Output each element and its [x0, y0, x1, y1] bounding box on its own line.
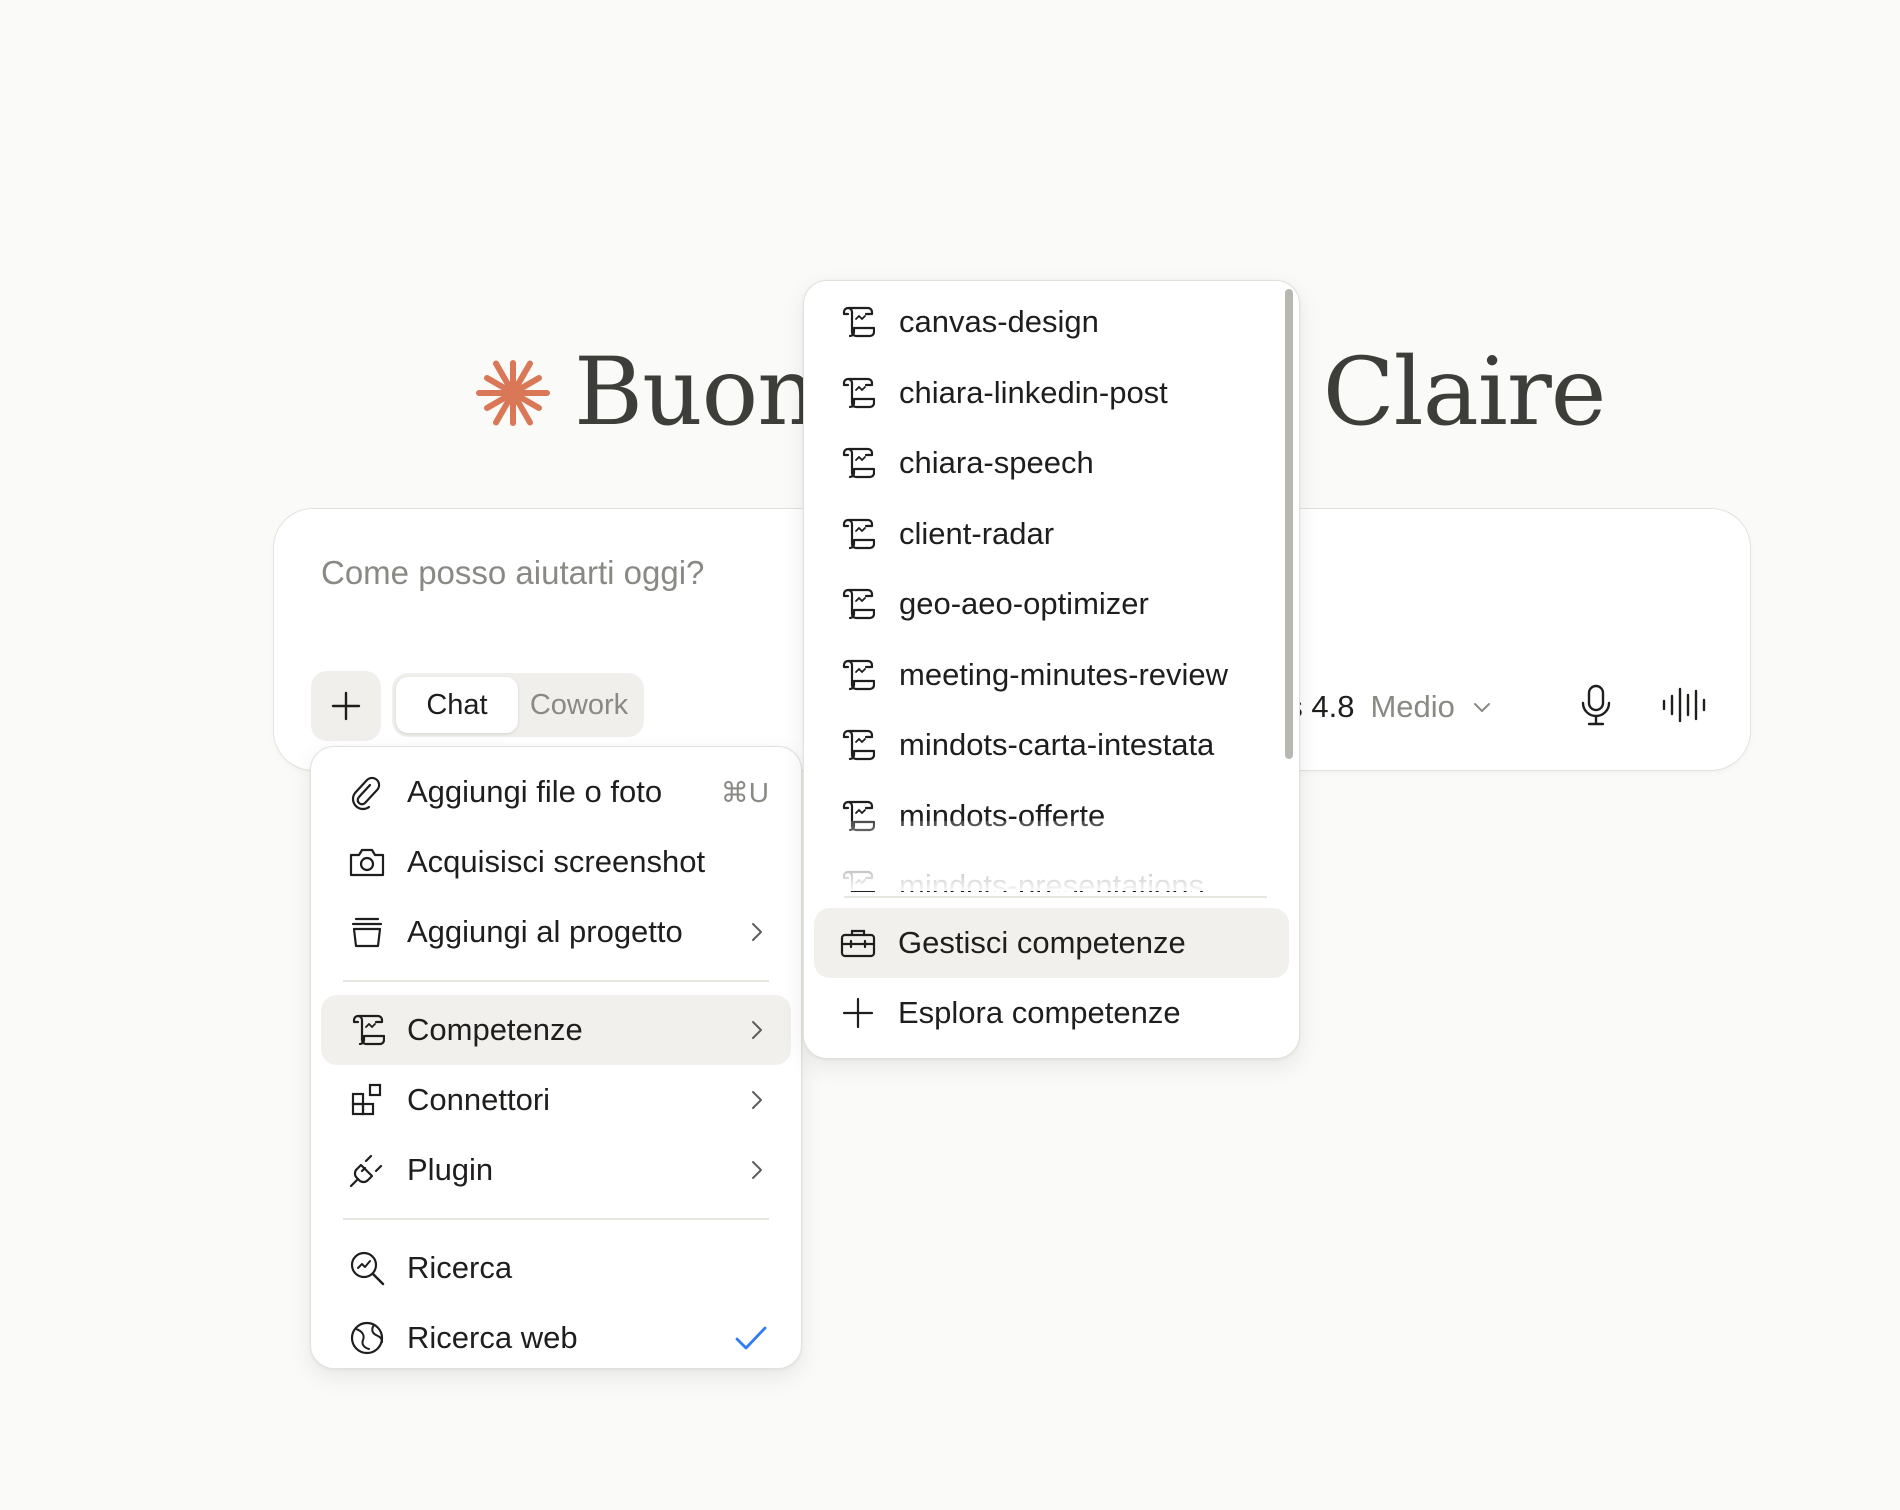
camera-icon — [347, 842, 387, 882]
add-attachment-button[interactable] — [311, 671, 381, 741]
menu-divider — [844, 896, 1267, 898]
skill-item[interactable]: chiara-linkedin-post — [804, 358, 1299, 429]
skill-label: chiara-speech — [899, 445, 1094, 481]
microphone-button[interactable] — [1570, 679, 1622, 731]
skill-item[interactable]: canvas-design — [804, 287, 1299, 358]
scrollbar[interactable] — [1285, 289, 1295, 759]
menu-item-skills[interactable]: Competenze — [321, 995, 791, 1065]
project-box-icon — [347, 912, 387, 952]
voice-mode-button[interactable] — [1658, 679, 1710, 731]
skill-label: mindots-carta-intestata — [899, 727, 1215, 763]
skill-label: client-radar — [899, 515, 1055, 551]
chevron-right-icon — [745, 1018, 769, 1042]
scroll-icon — [837, 373, 877, 413]
skill-label: mindots-presentations — [899, 868, 1204, 892]
plus-icon — [330, 690, 362, 722]
skill-label: chiara-linkedin-post — [899, 374, 1168, 410]
skills-list: canvas-design chiara-linkedin-post chiara-… — [804, 287, 1299, 892]
manage-skills-button[interactable]: Gestisci competenze — [814, 908, 1289, 978]
skill-item[interactable]: mindots-offerte — [804, 781, 1299, 852]
checkmark-icon — [733, 1323, 769, 1353]
scroll-icon — [837, 725, 877, 765]
skill-label: geo-aeo-optimizer — [899, 586, 1149, 622]
skills-actions: Gestisci competenze Esplora competenze — [814, 908, 1289, 1048]
scroll-icon — [837, 796, 877, 836]
menu-divider — [343, 980, 769, 982]
skills-submenu: canvas-design chiara-linkedin-post chiara-… — [803, 280, 1300, 1059]
mode-chat-tab[interactable]: Chat — [396, 677, 518, 733]
menu-item-plugin[interactable]: Plugin — [321, 1135, 791, 1205]
shortcut-label: ⌘U — [720, 776, 769, 808]
scroll-icon — [837, 584, 877, 624]
skill-label: canvas-design — [899, 304, 1099, 340]
chevron-right-icon — [745, 1088, 769, 1112]
skill-label: mindots-offerte — [899, 797, 1106, 833]
menu-item-research[interactable]: Ricerca — [321, 1233, 791, 1303]
microphone-icon — [1576, 683, 1616, 727]
scroll-icon — [347, 1010, 387, 1050]
scroll-icon — [837, 443, 877, 483]
skill-item[interactable]: geo-aeo-optimizer — [804, 569, 1299, 640]
chevron-down-icon — [1471, 696, 1493, 718]
skill-label: meeting-minutes-review — [899, 656, 1229, 692]
skill-item[interactable]: mindots-presentations — [804, 851, 1299, 892]
connectors-grid-icon — [347, 1080, 387, 1120]
skill-item[interactable]: client-radar — [804, 499, 1299, 570]
scroll-icon — [837, 866, 877, 892]
mode-toggle: Chat Cowork — [392, 673, 644, 737]
skill-item[interactable]: chiara-speech — [804, 428, 1299, 499]
scroll-icon — [837, 514, 877, 554]
research-magnifier-icon — [347, 1248, 387, 1288]
skill-item[interactable]: meeting-minutes-review — [804, 640, 1299, 711]
menu-item-connectors[interactable]: Connettori — [321, 1065, 791, 1135]
menu-item-add-to-project[interactable]: Aggiungi al progetto — [321, 897, 791, 967]
explore-skills-button[interactable]: Esplora competenze — [814, 978, 1289, 1048]
toolbox-icon — [838, 923, 878, 963]
paperclip-icon — [347, 772, 387, 812]
menu-item-screenshot[interactable]: Acquisisci screenshot — [321, 827, 791, 897]
plug-icon — [347, 1150, 387, 1190]
effort-level: Medio — [1370, 689, 1455, 724]
menu-divider — [343, 1218, 769, 1220]
scrollbar-thumb[interactable] — [1285, 289, 1293, 759]
mode-cowork-tab[interactable]: Cowork — [518, 677, 640, 733]
asterisk-burst-icon — [476, 356, 550, 430]
chevron-right-icon — [745, 1158, 769, 1182]
plus-icon — [838, 993, 878, 1033]
attach-menu: Aggiungi file o foto ⌘U Acquisisci scree… — [310, 746, 802, 1369]
skill-item[interactable]: mindots-carta-intestata — [804, 710, 1299, 781]
globe-icon — [347, 1318, 387, 1358]
scroll-icon — [837, 655, 877, 695]
scroll-icon — [837, 302, 877, 342]
menu-item-add-file[interactable]: Aggiungi file o foto ⌘U — [321, 757, 791, 827]
model-selector[interactable]: us 4.8 Medio — [1270, 689, 1804, 725]
menu-item-web-search[interactable]: Ricerca web — [321, 1303, 791, 1373]
voice-waveform-icon — [1659, 685, 1709, 725]
chevron-right-icon — [745, 920, 769, 944]
